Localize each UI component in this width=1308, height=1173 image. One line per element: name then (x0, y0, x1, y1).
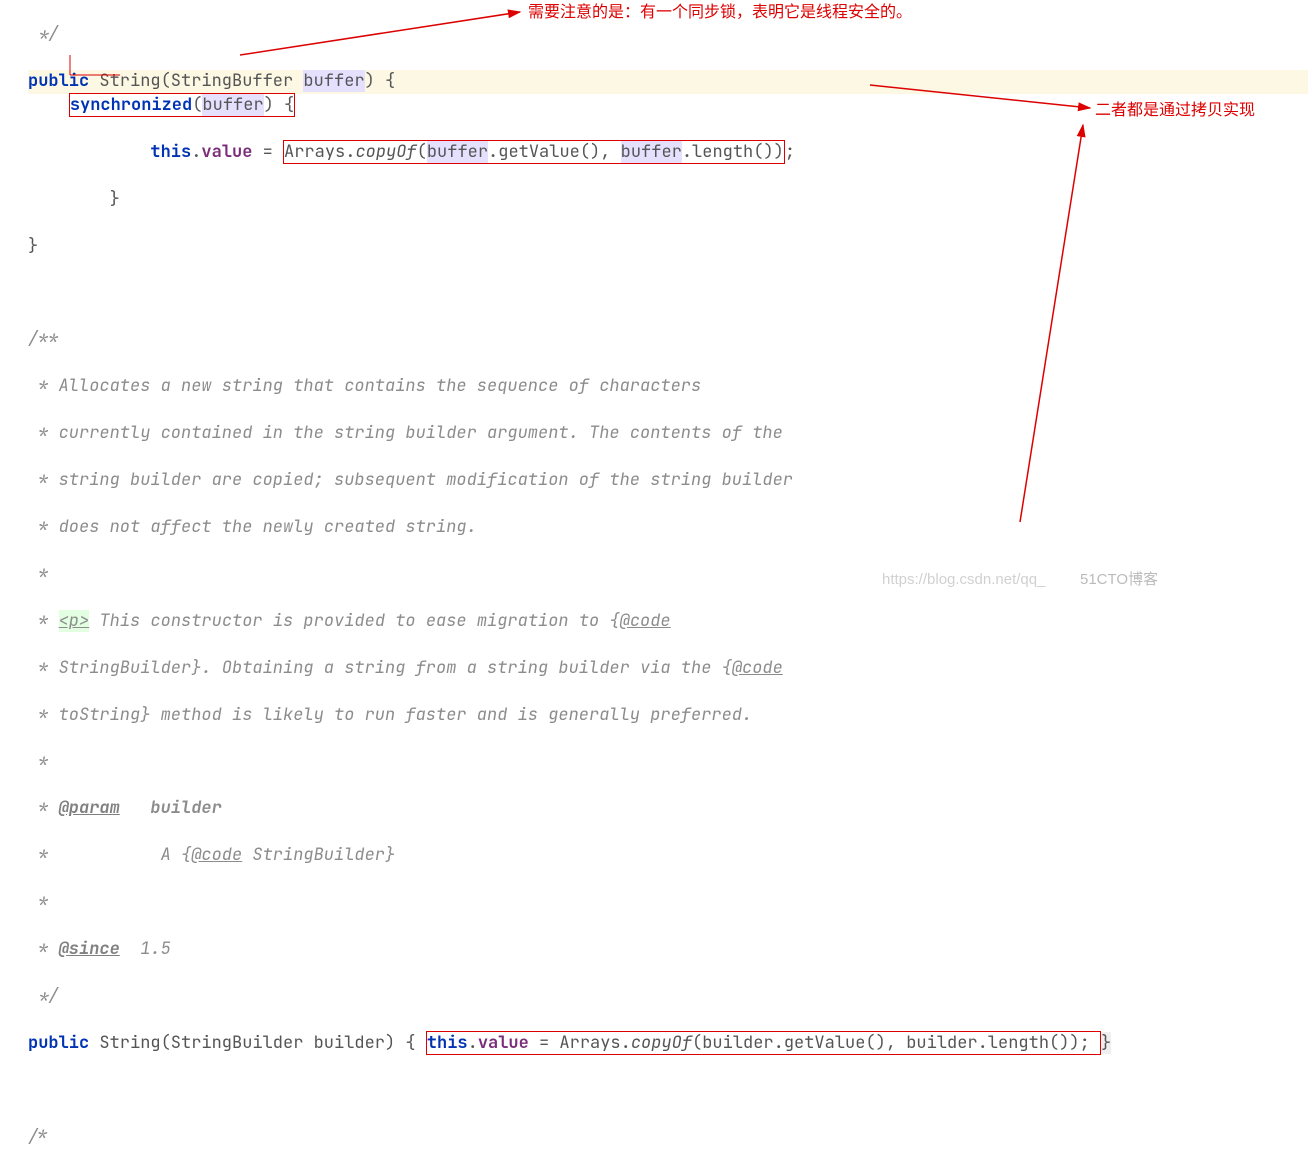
watermark-url: https://blog.csdn.net/qq_ (882, 570, 1045, 591)
javadoc-line: * does not affect the newly created stri… (28, 516, 1308, 539)
close-brace-1: } (28, 188, 1308, 211)
comment-trail: /* (28, 1126, 1308, 1149)
javadoc-since: * @since 1.5 (28, 938, 1308, 961)
blank (28, 281, 1308, 304)
javadoc-p-line: * <p> This constructor is provided to ea… (28, 610, 1308, 633)
annotation-right: 二者都是通过拷贝实现 (1095, 100, 1255, 122)
javadoc-line: * Allocates a new string that contains t… (28, 375, 1308, 398)
javadoc-line: * StringBuilder}. Obtaining a string fro… (28, 657, 1308, 680)
javadoc-line: * string builder are copied; subsequent … (28, 469, 1308, 492)
javadoc-param-desc: * A {@code StringBuilder} (28, 844, 1308, 867)
javadoc-line: * currently contained in the string buil… (28, 422, 1308, 445)
watermark-blog: 51CTO博客 (1080, 570, 1158, 591)
constructor-stringbuffer-signature: public String(StringBuffer buffer) { (28, 70, 1308, 93)
javadoc-line: /** (28, 328, 1308, 351)
javadoc-line: * (28, 751, 1308, 774)
javadoc-line: * (28, 891, 1308, 914)
javadoc-end: */ (28, 985, 1308, 1008)
assignment-1: this.value = Arrays.copyOf(buffer.getVal… (28, 141, 1308, 164)
javadoc-line: * toString} method is likely to run fast… (28, 704, 1308, 727)
constructor-stringbuilder-signature: public String(StringBuilder builder) { t… (28, 1032, 1308, 1055)
close-brace-2: } (28, 235, 1308, 258)
comment-close: */ (28, 23, 1308, 46)
javadoc-param: * @param builder (28, 797, 1308, 820)
blank (28, 1079, 1308, 1102)
annotation-top: 需要注意的是：有一个同步锁，表明它是线程安全的。 (528, 2, 912, 24)
